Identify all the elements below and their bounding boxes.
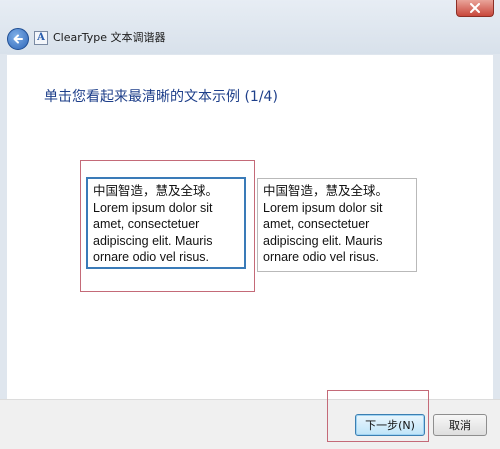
- sample-line: Lorem ipsum dolor sit: [93, 200, 213, 215]
- sample-line: adipiscing elit. Mauris: [93, 233, 213, 248]
- sample-line: 中国智造，慧及全球。: [93, 184, 219, 198]
- text-sample-2[interactable]: 中国智造，慧及全球。 Lorem ipsum dolor sit amet, c…: [257, 178, 417, 272]
- sample-line: ornare odio vel risus.: [93, 250, 210, 264]
- window-title: ClearType 文本调谐器: [53, 31, 166, 44]
- close-icon: [470, 3, 480, 13]
- next-button[interactable]: 下一步(N): [355, 414, 425, 436]
- sample-line: amet, consectetuer: [93, 217, 200, 231]
- sample-line: adipiscing elit. Mauris: [263, 233, 383, 248]
- cleartype-app-icon: A: [34, 31, 48, 45]
- text-sample-1[interactable]: 中国智造，慧及全球。 Lorem ipsum dolor sit amet, c…: [86, 177, 246, 269]
- sample-line: amet, consectetuer: [263, 217, 370, 231]
- cancel-button[interactable]: 取消: [433, 414, 487, 436]
- sample-line: Lorem ipsum dolor sit: [263, 200, 383, 215]
- sample-line: ornare odio vel risus.: [263, 250, 380, 264]
- back-button[interactable]: [7, 28, 29, 50]
- instruction-text: 单击您看起来最清晰的文本示例 (1/4): [44, 89, 278, 105]
- cleartype-window: A ClearType 文本调谐器 单击您看起来最清晰的文本示例 (1/4) 中…: [0, 0, 500, 449]
- back-arrow-icon: [13, 34, 23, 44]
- sample-line: 中国智造，慧及全球。: [263, 184, 389, 198]
- title-bar: A ClearType 文本调谐器: [0, 0, 500, 54]
- close-button[interactable]: [456, 0, 494, 17]
